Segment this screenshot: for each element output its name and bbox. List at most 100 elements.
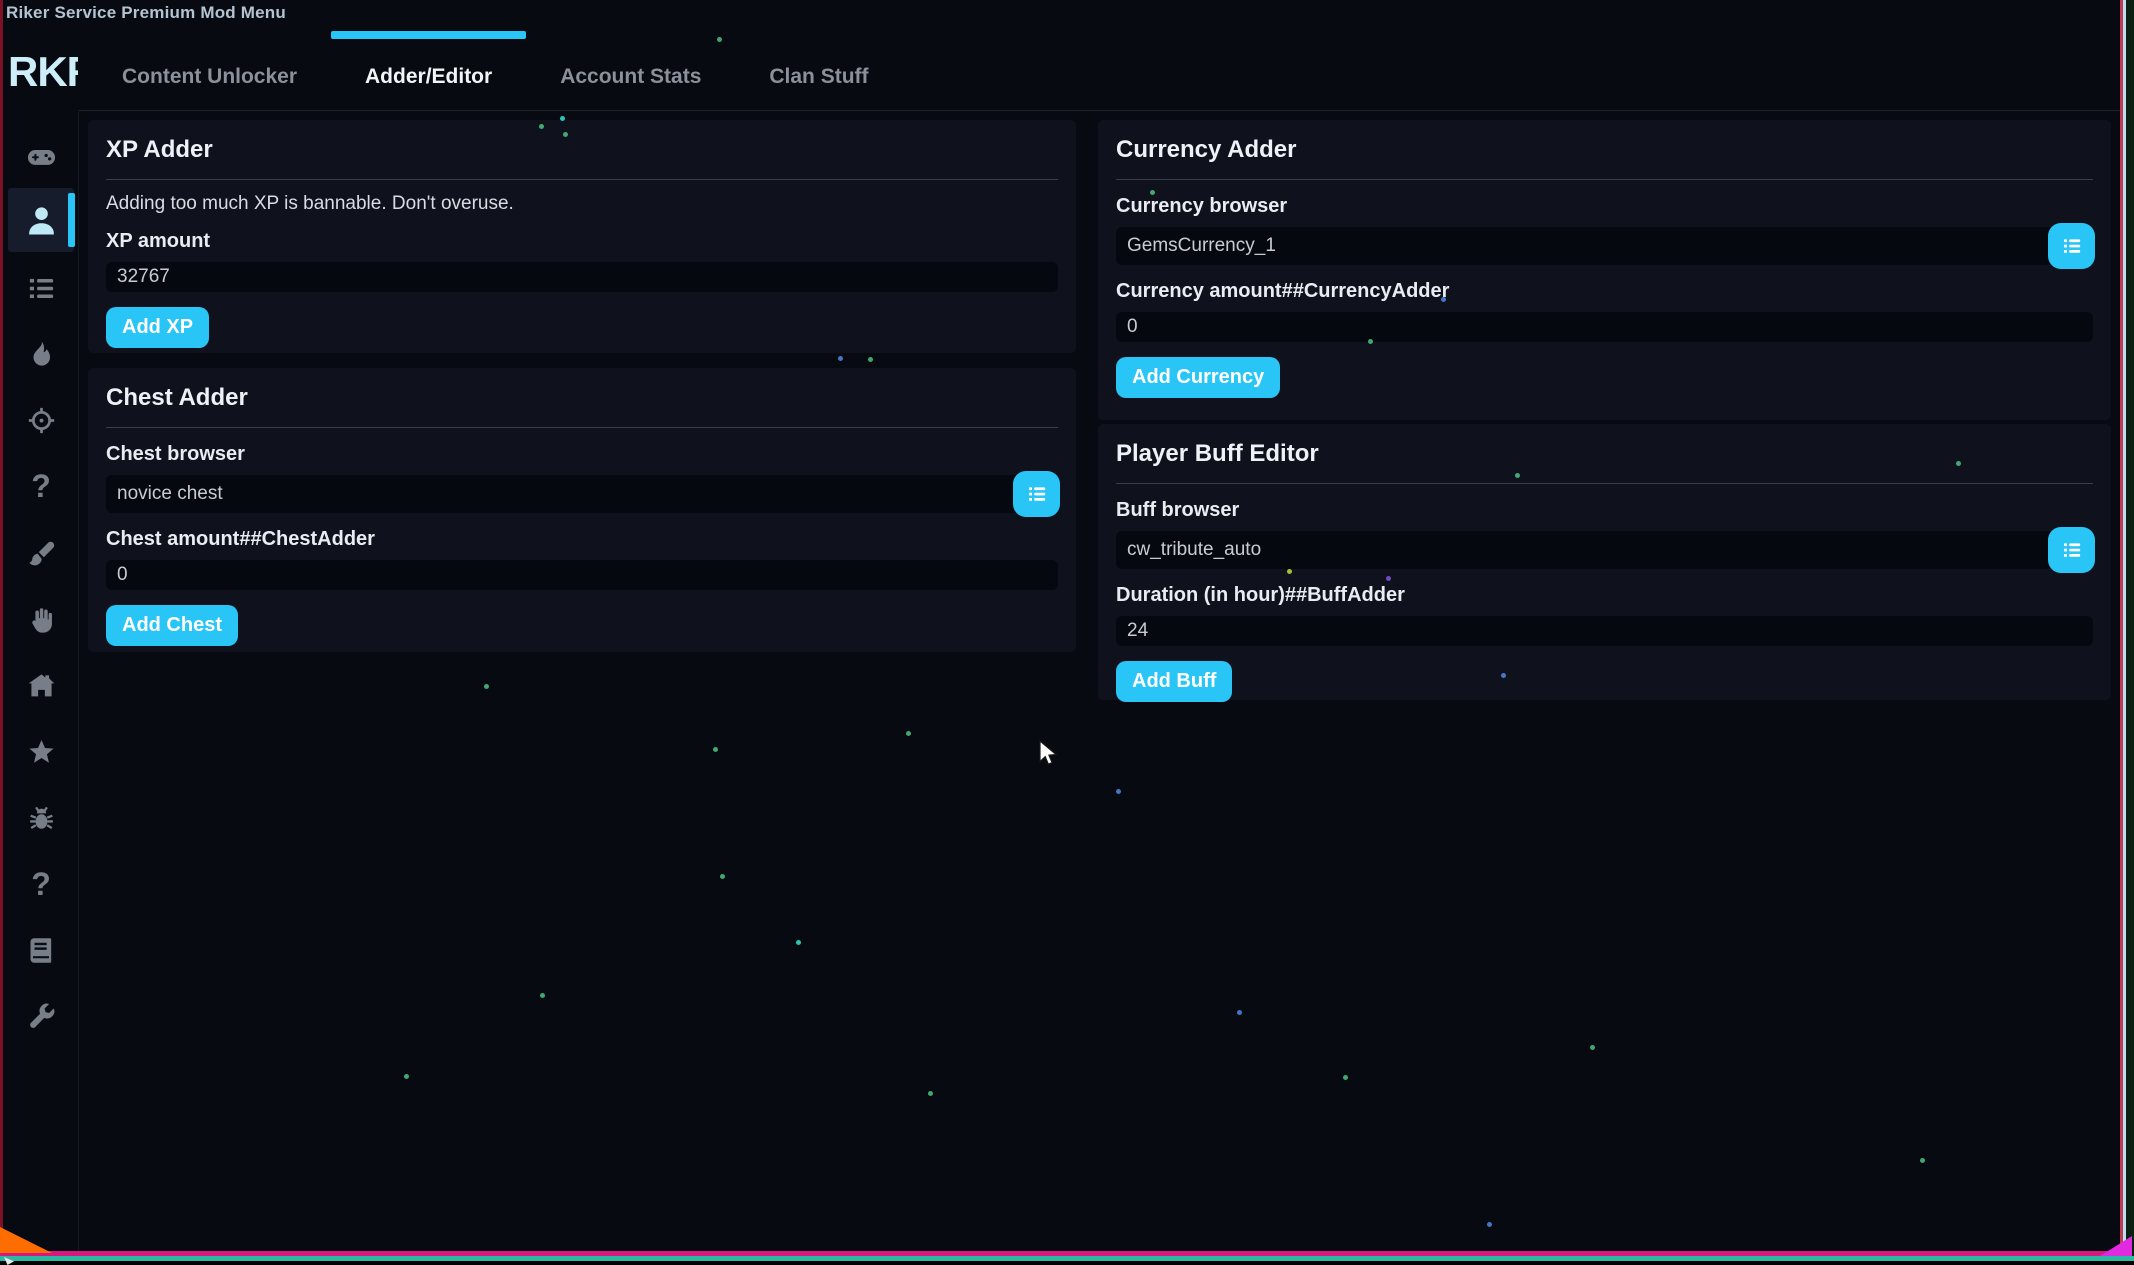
sidebar-item-flame[interactable] [8,322,74,386]
header-divider [78,110,2120,111]
tab-adder-editor[interactable]: Adder/Editor [331,27,526,117]
buff-browser-label: Buff browser [1116,499,2093,522]
list-icon [26,273,57,304]
panel-title: Player Buff Editor [1116,440,2093,468]
buff-browser-input[interactable] [1116,531,2093,569]
panel-title: Currency Adder [1116,136,2093,164]
particle-dot [1515,473,1520,478]
list-icon [1025,482,1049,506]
panel-rule [1116,483,2093,484]
currency-adder-panel: Currency Adder Currency browser Currency… [1098,120,2111,420]
bottom-strip [0,1261,2134,1265]
particle-dot [1287,569,1292,574]
left-edge-border [0,0,3,1252]
window-title: Riker Service Premium Mod Menu [6,3,286,23]
panel-rule [1116,179,2093,180]
sidebar-item-settings[interactable] [8,984,74,1048]
particle-dot [713,747,718,752]
chest-amount-label: Chest amount##ChestAdder [106,528,1058,551]
particle-dot [1487,1222,1492,1227]
tab-content-unlocker[interactable]: Content Unlocker [88,27,331,117]
flame-icon [26,339,57,370]
sidebar-item-help[interactable]: ? [8,454,74,518]
currency-browser-list-button[interactable] [2048,223,2095,269]
logo: RKR [8,48,78,100]
xp-amount-label: XP amount [106,230,1058,253]
currency-browser-label: Currency browser [1116,195,2093,218]
sidebar: ? [3,112,79,1251]
question-icon: ? [31,470,51,502]
sidebar-item-faq[interactable]: ? [8,852,74,916]
active-sidebar-bar [68,193,75,247]
xp-amount-input[interactable] [106,262,1058,292]
sidebar-item-gamepad[interactable] [8,124,74,188]
sidebar-item-theme[interactable] [8,522,74,586]
tab-clan-stuff[interactable]: Clan Stuff [735,27,902,117]
currency-amount-input[interactable] [1116,312,2093,342]
star-icon [26,737,57,768]
chest-amount-input[interactable] [106,560,1058,590]
active-tab-indicator [331,31,526,39]
question-icon: ? [31,868,51,900]
particle-dot [1386,576,1391,581]
chest-adder-panel: Chest Adder Chest browser Chest amount##… [88,368,1076,652]
sidebar-item-grab[interactable] [8,588,74,652]
crosshair-icon [26,405,57,436]
bug-icon [26,803,57,834]
particle-dot [1501,673,1506,678]
particle-dot [1441,297,1446,302]
particle-dot [540,993,545,998]
chest-browser-input[interactable] [106,475,1058,513]
sidebar-item-debug[interactable] [8,786,74,850]
particle-dot [928,1091,933,1096]
right-edge-blue [2123,0,2126,1252]
add-buff-button[interactable]: Add Buff [1116,661,1232,702]
particle-dot [560,116,565,121]
particle-dot [1116,789,1121,794]
xp-warning-text: Adding too much XP is bannable. Don't ov… [106,193,1058,215]
particle-dot [539,124,544,129]
paintbrush-icon [26,539,57,570]
sidebar-item-home[interactable] [8,654,74,718]
right-edge-green [2126,0,2134,1265]
particle-dot [717,37,722,42]
gamepad-icon [26,141,57,172]
particle-dot [720,874,725,879]
tab-bar: Content Unlocker Adder/Editor Account St… [88,32,903,112]
currency-browser-input[interactable] [1116,227,2093,265]
add-chest-button[interactable]: Add Chest [106,605,238,646]
particle-dot [1343,1075,1348,1080]
panel-rule [106,427,1058,428]
particle-dot [1920,1158,1925,1163]
panel-rule [106,179,1058,180]
panel-title: Chest Adder [106,384,1058,412]
sidebar-item-logs[interactable] [8,918,74,982]
sidebar-item-player[interactable] [8,188,74,252]
particle-dot [1956,461,1961,466]
user-icon [23,202,60,239]
add-xp-button[interactable]: Add XP [106,307,209,348]
home-icon [26,671,57,702]
particle-dot [1150,190,1155,195]
chest-browser-label: Chest browser [106,443,1058,466]
chest-browser-list-button[interactable] [1013,471,1060,517]
particle-dot [868,357,873,362]
tab-account-stats[interactable]: Account Stats [526,27,735,117]
buff-browser-list-button[interactable] [2048,527,2095,573]
currency-amount-label: Currency amount##CurrencyAdder [1116,280,2093,303]
list-icon [2060,538,2084,562]
particle-dot [1237,1010,1242,1015]
sidebar-item-crosshair[interactable] [8,388,74,452]
add-currency-button[interactable]: Add Currency [1116,357,1280,398]
buff-duration-label: Duration (in hour)##BuffAdder [1116,584,2093,607]
buff-duration-input[interactable] [1116,616,2093,646]
particle-dot [906,731,911,736]
sidebar-item-favorites[interactable] [8,720,74,784]
panel-title: XP Adder [106,136,1058,164]
sidebar-item-list[interactable] [8,256,74,320]
mod-menu-window: Riker Service Premium Mod Menu RKR Conte… [0,0,2134,1265]
particle-dot [1590,1045,1595,1050]
wrench-icon [26,1001,57,1032]
particle-dot [1368,339,1373,344]
particle-dot [563,132,568,137]
